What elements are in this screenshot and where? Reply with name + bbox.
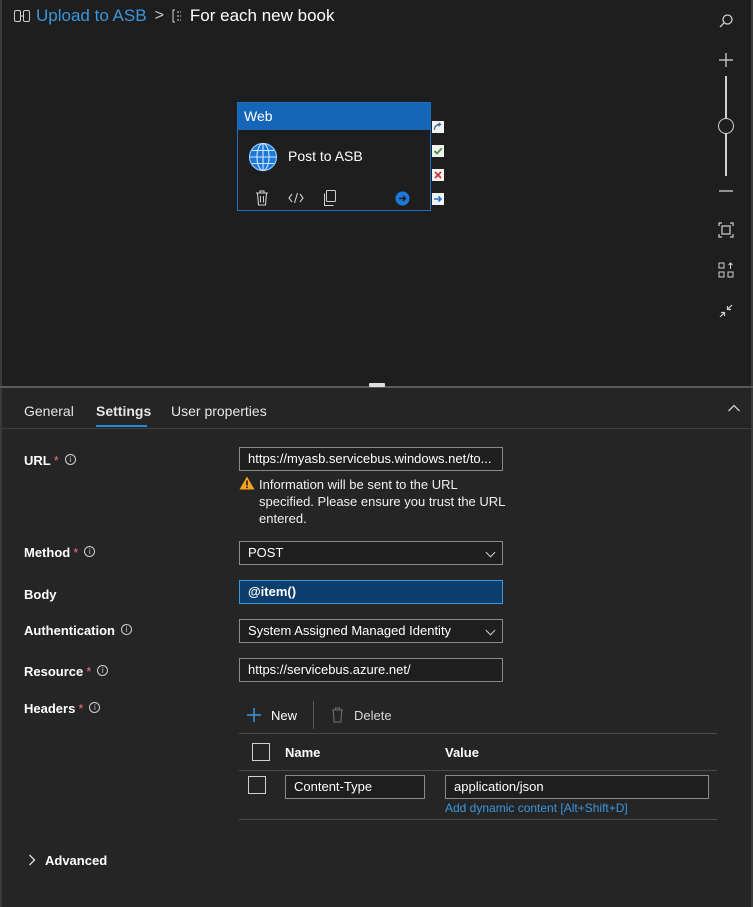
zoom-out-icon[interactable] <box>710 177 742 205</box>
breadcrumb: Upload to ASB > For each new book <box>14 5 335 27</box>
advanced-label: Advanced <box>45 852 108 868</box>
delete-icon[interactable] <box>255 190 269 206</box>
skipped-icon[interactable] <box>432 121 444 133</box>
select-all-checkbox[interactable] <box>252 743 270 761</box>
url-label-text: URL <box>24 453 51 468</box>
collapse-icon[interactable] <box>710 297 742 325</box>
plus-icon <box>246 707 262 723</box>
delete-icon <box>331 707 344 723</box>
url-label: URL * i <box>24 453 76 468</box>
authentication-label: Authentication i <box>24 623 132 638</box>
authentication-select[interactable]: System Assigned Managed Identity <box>239 619 503 643</box>
fit-to-screen-icon[interactable] <box>710 216 742 244</box>
info-icon[interactable]: i <box>121 624 132 635</box>
go-icon[interactable] <box>395 191 410 206</box>
body-label-text: Body <box>24 587 57 602</box>
body-label: Body <box>24 587 57 602</box>
method-label-text: Method <box>24 545 71 560</box>
tab-user-properties[interactable]: User properties <box>171 403 267 419</box>
info-icon[interactable]: i <box>97 665 109 676</box>
body-value: @item() <box>248 584 297 599</box>
chevron-down-icon <box>485 625 496 636</box>
advanced-toggle[interactable]: Advanced <box>28 852 107 868</box>
table-bottom-border <box>239 819 717 820</box>
delete-label: Delete <box>354 707 392 723</box>
resource-input[interactable]: https://servicebus.azure.net/ <box>239 658 503 682</box>
foreach-icon <box>172 9 184 23</box>
copy-icon[interactable] <box>323 190 337 206</box>
new-label: New <box>271 707 298 723</box>
active-tab-indicator <box>96 425 147 427</box>
success-icon[interactable] <box>432 145 444 157</box>
chevron-right-icon <box>28 854 36 866</box>
header-value-input[interactable]: application/json <box>445 775 709 799</box>
web-activity-card[interactable]: Web Post to ASB <box>237 102 431 211</box>
activity-type-header: Web <box>238 103 430 130</box>
new-header-button[interactable]: New <box>246 705 297 725</box>
headers-label: Headers * i <box>24 701 101 716</box>
globe-icon <box>248 142 278 172</box>
delete-header-button[interactable]: Delete <box>331 705 392 725</box>
pipeline-icon <box>14 10 30 22</box>
required-marker: * <box>73 545 79 560</box>
method-value: POST <box>248 545 284 560</box>
table-top-border <box>239 733 717 734</box>
info-icon[interactable]: i <box>89 702 101 713</box>
column-header-value: Value <box>445 745 479 760</box>
url-input[interactable]: https://myasb.servicebus.windows.net/to.… <box>239 447 503 471</box>
warning-icon <box>239 476 255 490</box>
toolbar-separator <box>313 701 314 729</box>
completion-icon[interactable] <box>432 193 444 205</box>
column-header-name: Name <box>285 745 321 760</box>
headers-label-text: Headers <box>24 701 76 716</box>
add-dynamic-content-link[interactable]: Add dynamic content [Alt+Shift+D] <box>445 801 628 815</box>
tab-general[interactable]: General <box>24 403 74 419</box>
collapse-panel-chevron-icon[interactable] <box>727 402 741 414</box>
code-icon[interactable] <box>288 192 304 204</box>
required-marker: * <box>78 701 84 716</box>
auto-align-icon[interactable] <box>710 256 742 284</box>
tab-settings[interactable]: Settings <box>96 403 151 419</box>
resource-label-text: Resource <box>24 664 84 679</box>
chevron-down-icon <box>485 547 496 558</box>
zoom-in-icon[interactable] <box>710 46 742 74</box>
url-warning-text: Information will be sent to the URL spec… <box>259 477 505 526</box>
resource-label: Resource * i <box>24 664 109 679</box>
table-row: Content-Type application/json Add dynami… <box>239 771 717 819</box>
breadcrumb-separator: > <box>154 7 164 24</box>
info-icon[interactable]: i <box>84 546 96 557</box>
failure-icon[interactable] <box>432 169 444 181</box>
row-checkbox[interactable] <box>248 776 266 794</box>
zoom-slider[interactable] <box>718 76 734 176</box>
info-icon[interactable]: i <box>64 454 76 465</box>
required-marker: * <box>53 453 59 468</box>
search-icon[interactable] <box>710 7 742 35</box>
tabs-divider <box>2 428 751 429</box>
method-label: Method * i <box>24 545 96 560</box>
authentication-value: System Assigned Managed Identity <box>248 623 452 638</box>
required-marker: * <box>86 664 92 679</box>
authentication-label-text: Authentication <box>24 623 115 638</box>
method-select[interactable]: POST <box>239 541 503 565</box>
header-name-input[interactable]: Content-Type <box>285 775 425 799</box>
activity-name: Post to ASB <box>288 148 363 164</box>
breadcrumb-current: For each new book <box>189 6 335 25</box>
resize-grip[interactable] <box>369 383 385 387</box>
breadcrumb-pipeline-link[interactable]: Upload to ASB <box>36 6 147 26</box>
body-input[interactable]: @item() <box>239 580 503 604</box>
zoom-slider-thumb[interactable] <box>718 118 734 134</box>
